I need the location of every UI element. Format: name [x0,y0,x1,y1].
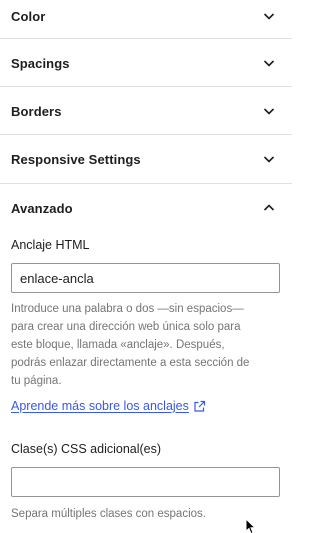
section-toggle-advanced[interactable]: Avanzado [0,184,292,232]
anchor-help-line: Introduce una palabra o dos —sin espacio… [11,303,244,315]
chevron-down-icon [263,156,275,163]
section-toggle-responsive-settings[interactable]: Responsive Settings [0,135,292,183]
anchor-input[interactable] [11,263,280,293]
css-class-label: Clase(s) CSS adicional(es) [11,442,162,456]
anchor-help-line: tu página. [11,375,62,387]
mouse-cursor-icon [245,518,257,533]
anchor-help-line: para crear una dirección web única solo … [11,321,241,333]
section-title-spacings: Spacings [11,55,70,71]
anchor-learn-more-link[interactable]: Aprende más sobre los anclajes [11,399,206,413]
section-title-advanced: Avanzado [11,200,73,216]
anchor-help-text: Introduce una palabra o dos —sin espacio… [11,300,283,390]
chevron-up-icon [263,204,275,211]
section-title-borders: Borders [11,103,62,119]
external-link-icon [194,400,205,412]
anchor-help-line: este bloque, llamada «anclaje». Después, [11,339,225,351]
chevron-down-icon [263,108,275,115]
section-toggle-borders[interactable]: Borders [0,87,292,135]
chevron-down-icon [263,60,275,67]
css-class-help-text: Separa múltiples clases con espacios. [11,508,206,520]
css-class-input[interactable] [11,467,280,497]
section-title-responsive-settings: Responsive Settings [11,151,141,167]
chevron-down-icon [263,13,275,20]
anchor-label: Anclaje HTML [11,238,90,252]
block-settings-panel: Color Spacings Borders Responsive Settin… [0,0,292,533]
section-toggle-color[interactable]: Color [0,0,292,40]
section-toggle-spacings[interactable]: Spacings [0,39,292,87]
anchor-learn-more-label: Aprende más sobre los anclajes [11,399,189,413]
section-title-color: Color [11,8,46,24]
anchor-help-line: podrás enlazar directamente a esta secci… [11,357,250,369]
